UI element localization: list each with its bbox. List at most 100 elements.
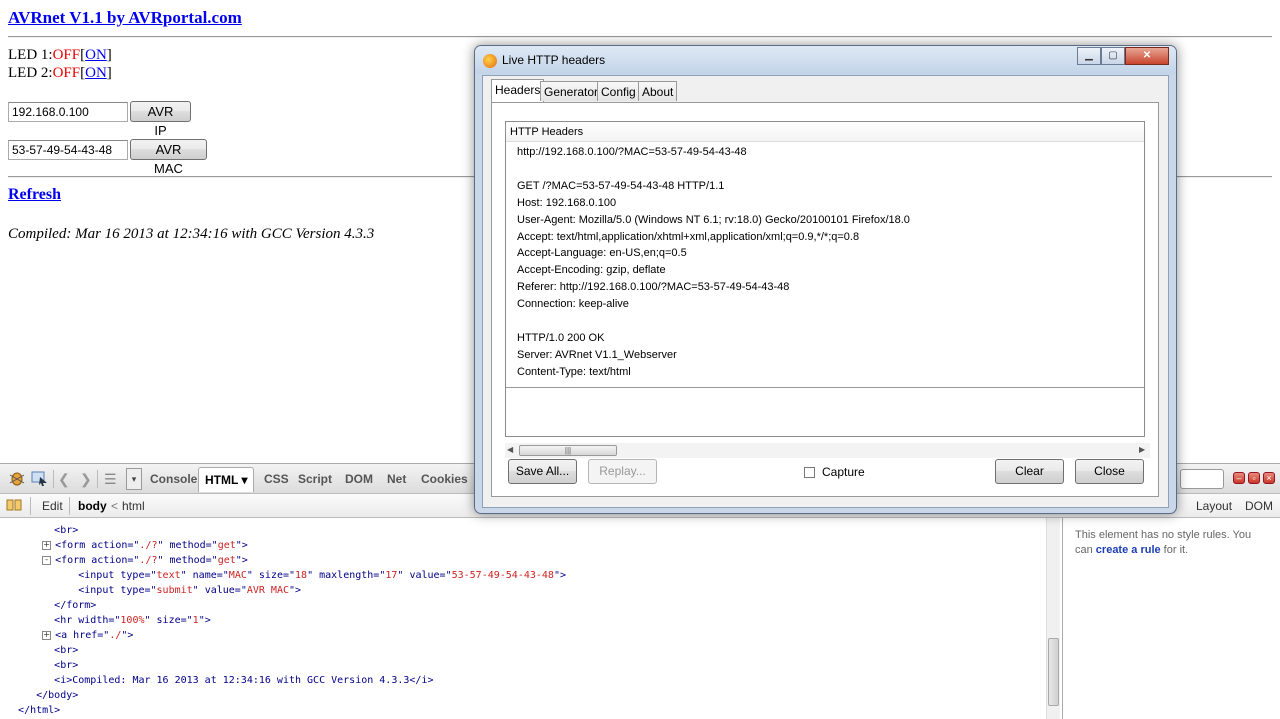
html-tree-node-text: <input type="submit" value="AVR MAC"> — [78, 585, 302, 596]
list-icon[interactable]: ☰ — [104, 470, 117, 488]
html-tree-node-text: <hr width="100%" size="1"> — [54, 615, 211, 626]
html-tree-row[interactable]: <input type="submit" value="AVR MAC"> — [6, 583, 301, 598]
edit-button[interactable]: Edit — [42, 498, 63, 514]
minimize-icon[interactable]: – — [1233, 472, 1245, 484]
tab-generator[interactable]: Generator — [540, 81, 603, 101]
avr-mac-button[interactable]: AVR MAC — [130, 139, 207, 176]
refresh-link[interactable]: Refresh — [8, 186, 61, 204]
header-line: HTTP/1.0 200 OK — [517, 331, 605, 344]
html-tree-node-text: <form action="./?" method="get"> — [55, 540, 248, 551]
compiled-text: Compiled: Mar 16 2013 at 12:34:16 with G… — [8, 226, 375, 242]
html-tree-row[interactable]: <br> — [6, 643, 78, 658]
breadcrumb-html[interactable]: html — [122, 498, 145, 514]
tab-config[interactable]: Config — [597, 81, 640, 101]
scroll-right-icon[interactable]: ▶ — [1139, 445, 1145, 454]
window-titlebar[interactable]: Live HTTP headers ▁ ▢ ✕ — [475, 46, 1176, 74]
panel-menu-icon[interactable]: ▾ — [126, 468, 142, 490]
expand-icon[interactable] — [6, 498, 22, 516]
forward-icon[interactable]: ❯ — [80, 470, 92, 488]
firebug-search-input[interactable] — [1180, 469, 1224, 489]
detach-icon[interactable]: ▫ — [1248, 472, 1260, 484]
inspect-icon[interactable] — [31, 470, 49, 488]
dropdown-arrow-icon: ▾ — [241, 473, 248, 487]
tab-script[interactable]: Script — [292, 467, 338, 491]
header-line: Referer: http://192.168.0.100/?MAC=53-57… — [517, 281, 790, 294]
led-1-row: LED 1:OFF[ON] — [8, 47, 112, 64]
tab-dom[interactable]: DOM — [339, 467, 379, 491]
html-tree-row[interactable]: - <form action="./?" method="get"> — [6, 553, 248, 568]
horizontal-scrollbar[interactable]: ◀ ||| ▶ — [505, 443, 1150, 458]
html-tree-row[interactable]: + <a href="./"> — [6, 628, 133, 643]
expand-node-icon[interactable]: + — [42, 540, 52, 550]
html-tree-node-text: </html> — [18, 705, 61, 716]
tab-headers[interactable]: Headers — [491, 79, 545, 102]
html-tree-row[interactable]: <input type="text" name="MAC" size="18" … — [6, 568, 566, 583]
html-tree-row[interactable]: </html> — [6, 703, 60, 718]
html-tree-row[interactable]: <i>Compiled: Mar 16 2013 at 12:34:16 wit… — [6, 673, 433, 688]
close-button[interactable]: Close — [1075, 459, 1144, 484]
html-tree-row[interactable]: <br> — [6, 658, 78, 673]
html-tree-node-text: </form> — [54, 600, 97, 611]
tab-about[interactable]: About — [638, 81, 678, 101]
collapse-node-icon[interactable]: - — [42, 555, 52, 565]
divider — [506, 387, 1144, 388]
tab-cookies[interactable]: Cookies — [415, 467, 474, 491]
led-2-on-link[interactable]: ON — [85, 65, 107, 81]
header-line: Accept-Language: en-US,en;q=0.5 — [517, 247, 687, 260]
window-body: Headers Generator Config About HTTP Head… — [482, 75, 1169, 508]
clear-button[interactable]: Clear — [995, 459, 1064, 484]
close-icon[interactable]: ✕ — [1125, 47, 1169, 65]
minimize-icon[interactable]: ▁ — [1077, 47, 1101, 65]
html-tree-node-text: <input type="text" name="MAC" size="18" … — [78, 570, 566, 581]
scrollbar-thumb[interactable] — [1048, 638, 1059, 706]
tab-css[interactable]: CSS — [258, 467, 295, 491]
tab-net[interactable]: Net — [381, 467, 412, 491]
led-1-on-link[interactable]: ON — [85, 47, 107, 63]
avr-ip-button[interactable]: AVR IP — [130, 101, 191, 138]
html-tree-row[interactable]: </form> — [6, 598, 96, 613]
header-line: Content-Type: text/html — [517, 365, 631, 378]
tab-html-label: HTML — [205, 473, 239, 487]
html-panel-scrollbar[interactable] — [1046, 518, 1060, 719]
html-tree-row[interactable]: </body> — [6, 688, 78, 703]
close-icon[interactable]: × — [1263, 472, 1275, 484]
ip-input[interactable]: 192.168.0.100 — [8, 102, 128, 122]
tab-html[interactable]: HTML ▾ — [198, 467, 255, 492]
capture-checkbox[interactable] — [804, 467, 815, 478]
expand-node-icon[interactable]: + — [42, 630, 52, 640]
html-tree-row[interactable]: <br> — [6, 523, 78, 538]
side-tab-dom[interactable]: DOM — [1245, 494, 1273, 518]
create-rule-link[interactable]: create a rule — [1096, 544, 1161, 556]
header-line: Connection: keep-alive — [517, 298, 629, 311]
tab-console[interactable]: Console — [144, 467, 203, 491]
separator — [53, 470, 54, 488]
html-tree-row[interactable]: + <form action="./?" method="get"> — [6, 538, 248, 553]
live-http-headers-window: Live HTTP headers ▁ ▢ ✕ Headers Generato… — [474, 45, 1177, 514]
maximize-icon[interactable]: ▢ — [1101, 47, 1125, 65]
breadcrumb-body[interactable]: body — [78, 498, 107, 514]
firefox-icon — [483, 54, 497, 68]
page-title[interactable]: AVRnet V1.1 by AVRportal.com — [8, 8, 242, 28]
separator — [97, 470, 98, 488]
scrollbar-thumb[interactable]: ||| — [519, 445, 617, 456]
scroll-left-icon[interactable]: ◀ — [507, 445, 513, 454]
http-headers-list[interactable]: HTTP Headers http://192.168.0.100/?MAC=5… — [505, 121, 1145, 437]
back-icon[interactable]: ❮ — [58, 470, 70, 488]
header-line: User-Agent: Mozilla/5.0 (Windows NT 6.1;… — [517, 213, 910, 226]
firebug-bug-icon[interactable] — [8, 470, 26, 488]
mac-input[interactable]: 53-57-49-54-43-48 — [8, 140, 128, 160]
side-tab-layout[interactable]: Layout — [1196, 494, 1232, 518]
header-line: Accept: text/html,application/xhtml+xml,… — [517, 230, 860, 243]
html-tree-row[interactable]: <hr width="100%" size="1"> — [6, 613, 211, 628]
bracket: ] — [106, 65, 112, 81]
replay-button[interactable]: Replay... — [588, 459, 657, 484]
save-all-button[interactable]: Save All... — [508, 459, 577, 484]
